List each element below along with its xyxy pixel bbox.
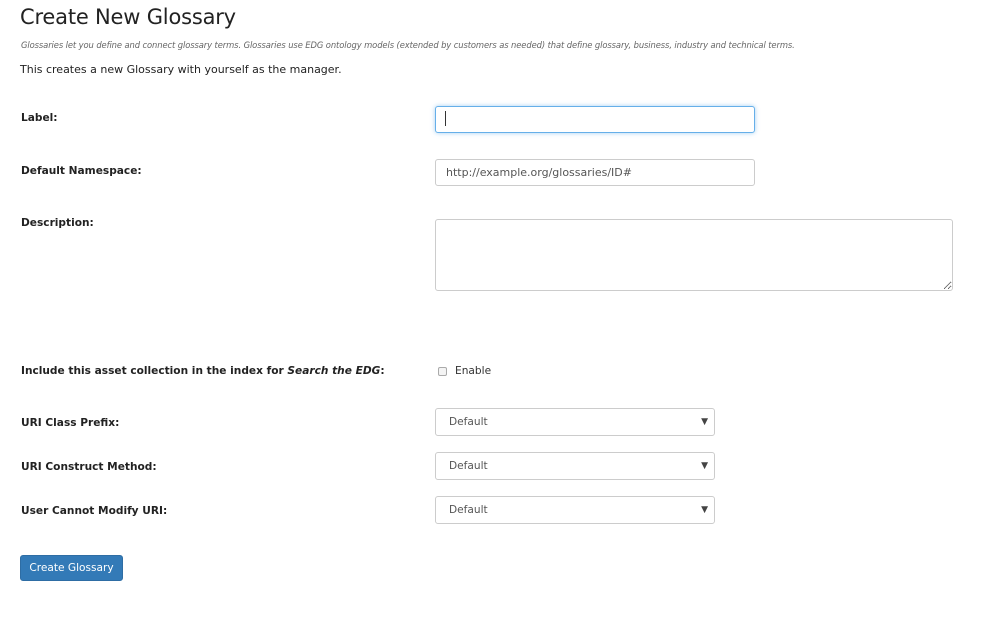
search-index-label-text: Include this asset collection in the ind… bbox=[21, 365, 288, 377]
label-input[interactable] bbox=[435, 106, 755, 133]
uri-class-prefix-label: URI Class Prefix: bbox=[21, 417, 120, 429]
intro-text: This creates a new Glossary with yoursel… bbox=[20, 63, 342, 76]
uri-construct-method-value: Default bbox=[449, 460, 488, 472]
search-index-label-colon: : bbox=[380, 365, 385, 377]
chevron-down-icon: ▼ bbox=[701, 461, 708, 471]
chevron-down-icon: ▼ bbox=[701, 505, 708, 515]
namespace-input[interactable] bbox=[435, 159, 755, 186]
description-textarea[interactable] bbox=[435, 219, 953, 291]
description-field-label: Description: bbox=[21, 217, 94, 229]
search-index-label-emphasis: Search the EDG bbox=[287, 365, 381, 377]
enable-checkbox-group[interactable]: Enable bbox=[438, 365, 491, 377]
namespace-field-label: Default Namespace: bbox=[21, 165, 142, 177]
uri-construct-method-select[interactable]: Default ▼ bbox=[435, 452, 715, 480]
enable-checkbox-label[interactable]: Enable bbox=[455, 365, 491, 377]
page-description: Glossaries let you define and connect gl… bbox=[21, 40, 795, 50]
user-cannot-modify-uri-value: Default bbox=[449, 504, 488, 516]
uri-class-prefix-select[interactable]: Default ▼ bbox=[435, 408, 715, 436]
enable-checkbox[interactable] bbox=[438, 366, 447, 376]
uri-class-prefix-value: Default bbox=[449, 416, 488, 428]
user-cannot-modify-uri-select[interactable]: Default ▼ bbox=[435, 496, 715, 524]
page-title: Create New Glossary bbox=[20, 5, 236, 29]
search-index-label: Include this asset collection in the ind… bbox=[21, 365, 385, 377]
create-glossary-button[interactable]: Create Glossary bbox=[20, 555, 123, 581]
chevron-down-icon: ▼ bbox=[701, 417, 708, 427]
text-cursor bbox=[445, 111, 446, 126]
user-cannot-modify-uri-label: User Cannot Modify URI: bbox=[21, 505, 168, 517]
label-field-label: Label: bbox=[21, 112, 58, 124]
uri-construct-method-label: URI Construct Method: bbox=[21, 461, 157, 473]
